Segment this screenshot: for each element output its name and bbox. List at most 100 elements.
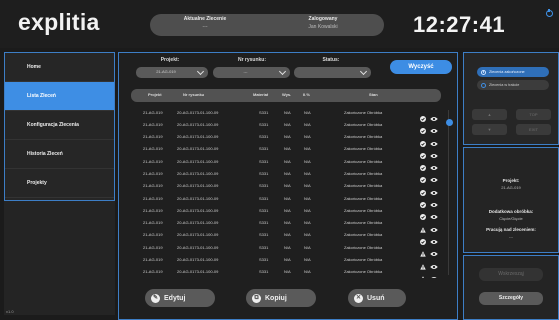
cell-drawing: 20-AG-0173-01-100-09 — [177, 134, 219, 140]
sidebar-item-order-list[interactable]: Lista Zleceń — [5, 82, 114, 111]
sidebar-item-order-history[interactable]: Historia Zleceń — [5, 140, 114, 169]
radio-in-progress-orders[interactable]: Zlecenia w trakcie — [477, 80, 549, 90]
clear-filters-button[interactable]: Wyczyść — [390, 60, 452, 74]
sidebar-item-projects[interactable]: Projekty — [5, 169, 114, 198]
column-header-height[interactable]: Wys. — [282, 92, 291, 97]
header-bar: explitia Aktualne Zlecenie --- Zalogowan… — [0, 0, 559, 48]
table-row[interactable]: 21-AG-019 20-AG-0173-01-100-09 S331 N/A N/A Z… — [131, 204, 443, 221]
eye-icon[interactable] — [430, 244, 438, 257]
table-row[interactable]: 21-AG-019 20-AG-0173-01-100-09 S331 N/A N/A Z… — [131, 155, 443, 172]
close-icon: ✕ — [354, 293, 363, 303]
cell-quantity: N/A — [304, 244, 311, 250]
eye-icon[interactable] — [430, 232, 438, 244]
load-order-button[interactable]: Wskrzesząj — [479, 268, 543, 281]
eye-icon[interactable] — [430, 195, 438, 208]
column-header-state[interactable]: Stan — [369, 92, 378, 97]
warning-icon — [420, 220, 426, 233]
table-row[interactable]: 21-AG-019 20-AG-0173-01-100-09 S331 N/A N/A Z… — [131, 266, 443, 278]
info-work-title: Pracują nad zleceniem: — [486, 227, 536, 232]
radio-finished-orders[interactable]: Zlecenia zakończone — [477, 67, 549, 77]
eye-icon[interactable] — [430, 121, 438, 134]
version-label: v1.0 — [6, 309, 14, 314]
status-select[interactable] — [294, 67, 371, 78]
order-actions-panel — [463, 255, 559, 320]
cell-material: S331 — [259, 134, 269, 140]
power-icon[interactable] — [546, 8, 553, 17]
sidebar-item-home[interactable]: Home — [5, 53, 114, 82]
cell-state: Zakończone Obróbka — [344, 158, 383, 164]
cell-height: N/A — [284, 109, 291, 115]
cell-material: S331 — [259, 121, 269, 127]
chevron-down-icon — [359, 67, 368, 76]
scroll-top-button[interactable]: TOP — [516, 109, 551, 120]
project-select[interactable]: 21-AG-019 — [136, 67, 208, 78]
cell-quantity: N/A — [304, 257, 311, 263]
cell-state: Zakończone Obróbka — [344, 146, 383, 152]
warning-icon — [420, 269, 426, 278]
column-header-drawing[interactable]: Nr rysunku — [183, 92, 204, 97]
cell-state: Zakończone Obróbka — [344, 207, 383, 213]
delete-button[interactable]: ✕ Usuń — [348, 289, 406, 307]
column-header-quantity[interactable]: Il.% — [303, 92, 310, 97]
eye-icon[interactable] — [430, 170, 438, 183]
check-icon — [420, 232, 426, 245]
cell-quantity: N/A — [304, 269, 311, 275]
scrollbar-track[interactable] — [448, 110, 449, 275]
column-header-project[interactable]: Projekt — [148, 92, 162, 97]
cell-drawing: 20-AG-0173-01-100-09 — [177, 146, 219, 152]
table-row[interactable]: 21-AG-019 20-AG-0173-01-100-09 S331 N/A N/A Z… — [131, 143, 443, 159]
table-row[interactable]: 21-AG-019 20-AG-0173-01-100-09 S331 N/A N/A Z… — [131, 217, 443, 233]
cell-quantity: N/A — [304, 195, 311, 201]
cell-project: 21-AG-019 — [143, 257, 163, 263]
table-row[interactable]: 21-AG-019 20-AG-0173-01-100-09 S331 N/A N/A Z… — [131, 254, 443, 270]
status-pill: Aktualne Zlecenie --- Zalogowany Jan Kow… — [150, 14, 384, 36]
current-order: Aktualne Zlecenie --- — [150, 16, 260, 31]
table-row[interactable]: 21-AG-019 20-AG-0173-01-100-09 S331 N/A N/A Z… — [131, 131, 443, 147]
copy-button[interactable]: ⧉ Kopiuj — [246, 289, 316, 307]
cell-project: 21-AG-019 — [143, 183, 163, 189]
table-row[interactable]: 21-AG-019 20-AG-0173-01-100-09 S331 N/A N/A Z… — [131, 192, 443, 209]
eye-icon[interactable] — [430, 134, 438, 146]
cell-drawing: 20-AG-0173-01-100-09 — [177, 220, 219, 226]
cell-material: S331 — [259, 244, 269, 250]
orders-table: 21-AG-019 20-AG-0173-01-100-09 S331 N/A N/A Z… — [131, 106, 443, 278]
eye-icon[interactable] — [430, 146, 438, 158]
cell-project: 21-AG-019 — [143, 269, 163, 275]
radio-icon — [481, 82, 486, 88]
eye-icon[interactable] — [430, 183, 438, 195]
eye-icon[interactable] — [430, 220, 438, 232]
scroll-up-button[interactable]: ▲ — [472, 109, 507, 120]
scroll-down-button[interactable]: ▼ — [472, 124, 507, 135]
cell-project: 21-AG-019 — [143, 170, 163, 176]
eye-icon[interactable] — [430, 257, 438, 269]
table-row[interactable]: 21-AG-019 20-AG-0173-01-100-09 S331 N/A N/A Z… — [131, 229, 443, 245]
eye-icon[interactable] — [430, 109, 438, 121]
table-row[interactable]: 21-AG-019 20-AG-0173-01-100-09 S331 N/A N/A Z… — [131, 118, 443, 135]
sidebar-item-order-config[interactable]: Konfiguracja Zlecenia — [5, 111, 114, 140]
delete-button-label: Usuń — [367, 294, 385, 302]
edit-button[interactable]: ✎ Edytuj — [145, 289, 215, 307]
eye-icon[interactable] — [430, 207, 438, 220]
cell-drawing: 20-AG-0173-01-100-09 — [177, 257, 219, 263]
cell-quantity: N/A — [304, 220, 311, 226]
eye-icon[interactable] — [430, 269, 438, 278]
table-row[interactable]: 21-AG-019 20-AG-0173-01-100-09 S331 N/A N/A Z… — [131, 167, 443, 184]
cell-height: N/A — [284, 183, 291, 189]
exit-button[interactable]: EXIT — [516, 124, 551, 135]
eye-icon[interactable] — [430, 158, 438, 171]
cell-height: N/A — [284, 158, 291, 164]
table-row[interactable]: 21-AG-019 20-AG-0173-01-100-09 S331 N/A N/A Z… — [131, 241, 443, 257]
cell-state: Zakończone Obróbka — [344, 134, 383, 140]
cell-quantity: N/A — [304, 207, 311, 213]
column-header-material[interactable]: Materiał — [253, 92, 268, 97]
cell-state: Zakończone Obróbka — [344, 183, 383, 189]
table-row[interactable]: 21-AG-019 20-AG-0173-01-100-09 S331 N/A N/A Z… — [131, 106, 443, 122]
logged-in-title: Zalogowany — [308, 16, 338, 22]
drawing-select[interactable]: --- — [213, 67, 290, 78]
cell-project: 21-AG-019 — [143, 244, 163, 250]
details-button[interactable]: Szczegóły — [479, 292, 543, 305]
project-filter-label: Projekt: — [160, 57, 180, 63]
info-extra-title: Dodatkowa obróbka: — [488, 209, 534, 214]
table-row[interactable]: 21-AG-019 20-AG-0173-01-100-09 S331 N/A N/A Z… — [131, 180, 443, 196]
scrollbar-thumb[interactable] — [446, 119, 453, 126]
